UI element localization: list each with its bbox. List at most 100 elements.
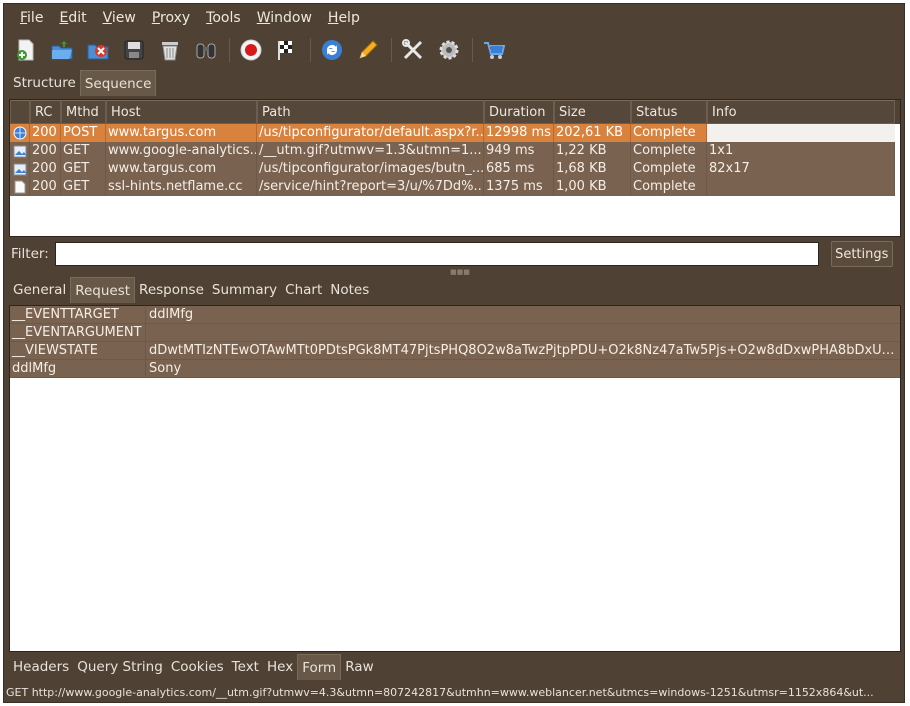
clear-session-icon	[162, 42, 178, 61]
tab-chart[interactable]: Chart	[281, 277, 326, 303]
clear-session-button[interactable]	[155, 35, 185, 65]
cell-host: www.targus.com	[106, 160, 257, 178]
tab-notes[interactable]: Notes	[326, 277, 373, 303]
cell-duration: 949 ms	[484, 142, 554, 160]
cell-info	[707, 178, 895, 196]
toolbar-separator	[229, 38, 230, 62]
form-field-key: __VIEWSTATE	[10, 342, 146, 360]
tab-summary[interactable]: Summary	[208, 277, 281, 303]
record-button[interactable]	[236, 35, 266, 65]
cell-method: GET	[61, 142, 106, 160]
document-icon	[14, 180, 25, 194]
cell-size: 1,00 KB	[554, 178, 631, 196]
cell-rc: 200	[30, 124, 61, 142]
menu-tools[interactable]: Tools	[198, 4, 249, 32]
menu-proxy[interactable]: Proxy	[144, 4, 198, 32]
menu-help[interactable]: Help	[320, 4, 368, 32]
column-header-size[interactable]: Size	[554, 100, 631, 124]
tab-structure[interactable]: Structure	[9, 70, 80, 96]
form-field-key: __EVENTTARGET	[10, 306, 146, 324]
throttling-button[interactable]	[272, 35, 302, 65]
column-header-status[interactable]: Status	[631, 100, 707, 124]
new-session-button[interactable]	[11, 35, 41, 65]
cell-host: www.targus.com	[106, 124, 257, 142]
filter-input[interactable]	[54, 242, 819, 266]
menu-window[interactable]: Window	[249, 4, 320, 32]
tools-button[interactable]	[398, 35, 428, 65]
filter-bar: Filter: Settings	[9, 240, 901, 268]
form-field-row[interactable]: __VIEWSTATE dDwtMTIzNTEwOTAwMTt0PDtsPGk8…	[10, 342, 900, 360]
tab-sequence[interactable]: Sequence	[79, 70, 157, 96]
split-pane-handle[interactable]: ■■■	[450, 269, 470, 276]
column-header-method[interactable]: Mthd	[61, 100, 106, 124]
column-header-duration[interactable]: Duration	[484, 100, 554, 124]
throttling-icon	[278, 41, 292, 60]
column-header-info[interactable]: Info	[707, 100, 895, 124]
row-icon-cell	[10, 160, 30, 178]
filter-label: Filter:	[11, 246, 49, 262]
open-session-button[interactable]	[47, 35, 77, 65]
form-field-value: Sony	[146, 360, 900, 378]
table-row[interactable]: 200 GET ssl-hints.netflame.cc /service/h…	[10, 178, 900, 196]
status-bar: GET http://www.google-analytics.com/__ut…	[6, 686, 874, 699]
tab-request[interactable]: Request	[70, 277, 136, 303]
table-row[interactable]: 200 GET www.targus.com /us/tipconfigurat…	[10, 160, 900, 178]
cell-info: 1x1	[707, 142, 895, 160]
cell-status: Complete	[631, 124, 707, 142]
form-field-value	[146, 324, 900, 342]
menu-file[interactable]: File	[12, 4, 51, 32]
table-header: RC Mthd Host Path Duration Size Status I…	[10, 100, 900, 124]
menu-view[interactable]: View	[95, 4, 144, 32]
close-session-button[interactable]	[83, 35, 113, 65]
cell-status: Complete	[631, 142, 707, 160]
tab-text[interactable]: Text	[228, 654, 263, 680]
image-icon	[13, 145, 26, 157]
tab-general[interactable]: General	[9, 277, 70, 303]
cell-method: GET	[61, 160, 106, 178]
menu-edit[interactable]: Edit	[51, 4, 94, 32]
charles-proxy-window: File Edit View Proxy Tools Window Help S…	[3, 3, 905, 703]
table-row[interactable]: 200 POST www.targus.com /us/tipconfigura…	[10, 124, 900, 142]
tab-response[interactable]: Response	[135, 277, 208, 303]
close-session-icon	[87, 44, 109, 60]
settings-button[interactable]	[434, 35, 464, 65]
tab-headers[interactable]: Headers	[9, 654, 73, 680]
shopping-cart-icon	[484, 42, 506, 59]
cell-host: www.google-analytics...	[106, 142, 257, 160]
tab-query-string[interactable]: Query String	[73, 654, 167, 680]
save-session-button[interactable]	[119, 35, 149, 65]
record-icon	[240, 39, 262, 61]
sequence-table: RC Mthd Host Path Duration Size Status I…	[9, 99, 901, 237]
find-button[interactable]	[191, 35, 221, 65]
tab-cookies[interactable]: Cookies	[167, 654, 228, 680]
shopping-cart-button[interactable]	[479, 35, 509, 65]
column-header-icon[interactable]	[10, 100, 30, 124]
edit-button[interactable]	[353, 35, 383, 65]
toolbar	[4, 33, 904, 67]
form-field-row[interactable]: ddlMfg Sony	[10, 360, 900, 378]
settings-button[interactable]: Settings	[830, 241, 893, 267]
form-field-key: ddlMfg	[10, 360, 146, 378]
column-header-path[interactable]: Path	[257, 100, 484, 124]
column-header-host[interactable]: Host	[106, 100, 257, 124]
cell-duration: 1375 ms	[484, 178, 554, 196]
form-field-row[interactable]: __EVENTARGUMENT	[10, 324, 900, 342]
cell-path: /service/hint?report=3/u/%7Dd%...	[257, 178, 484, 196]
menu-view-rest: iew	[111, 10, 136, 26]
row-icon-cell	[10, 142, 30, 160]
cell-rc: 200	[30, 160, 61, 178]
form-field-value: ddlMfg	[146, 306, 900, 324]
new-session-icon	[17, 39, 34, 61]
toolbar-separator	[310, 38, 311, 62]
tab-form[interactable]: Form	[297, 654, 342, 680]
repeat-button[interactable]	[317, 35, 347, 65]
form-field-value: dDwtMTIzNTEwOTAwMTt0PDtsPGk8MT47PjtsPHQ8…	[146, 342, 900, 360]
form-field-row[interactable]: __EVENTTARGET ddlMfg	[10, 306, 900, 324]
menu-file-rest: ile	[27, 10, 44, 26]
column-header-rc[interactable]: RC	[30, 100, 61, 124]
cell-info: 82x17	[707, 160, 895, 178]
tab-raw[interactable]: Raw	[341, 654, 377, 680]
tab-hex[interactable]: Hex	[263, 654, 297, 680]
repeat-icon	[322, 40, 342, 60]
table-row[interactable]: 200 GET www.google-analytics... /__utm.g…	[10, 142, 900, 160]
